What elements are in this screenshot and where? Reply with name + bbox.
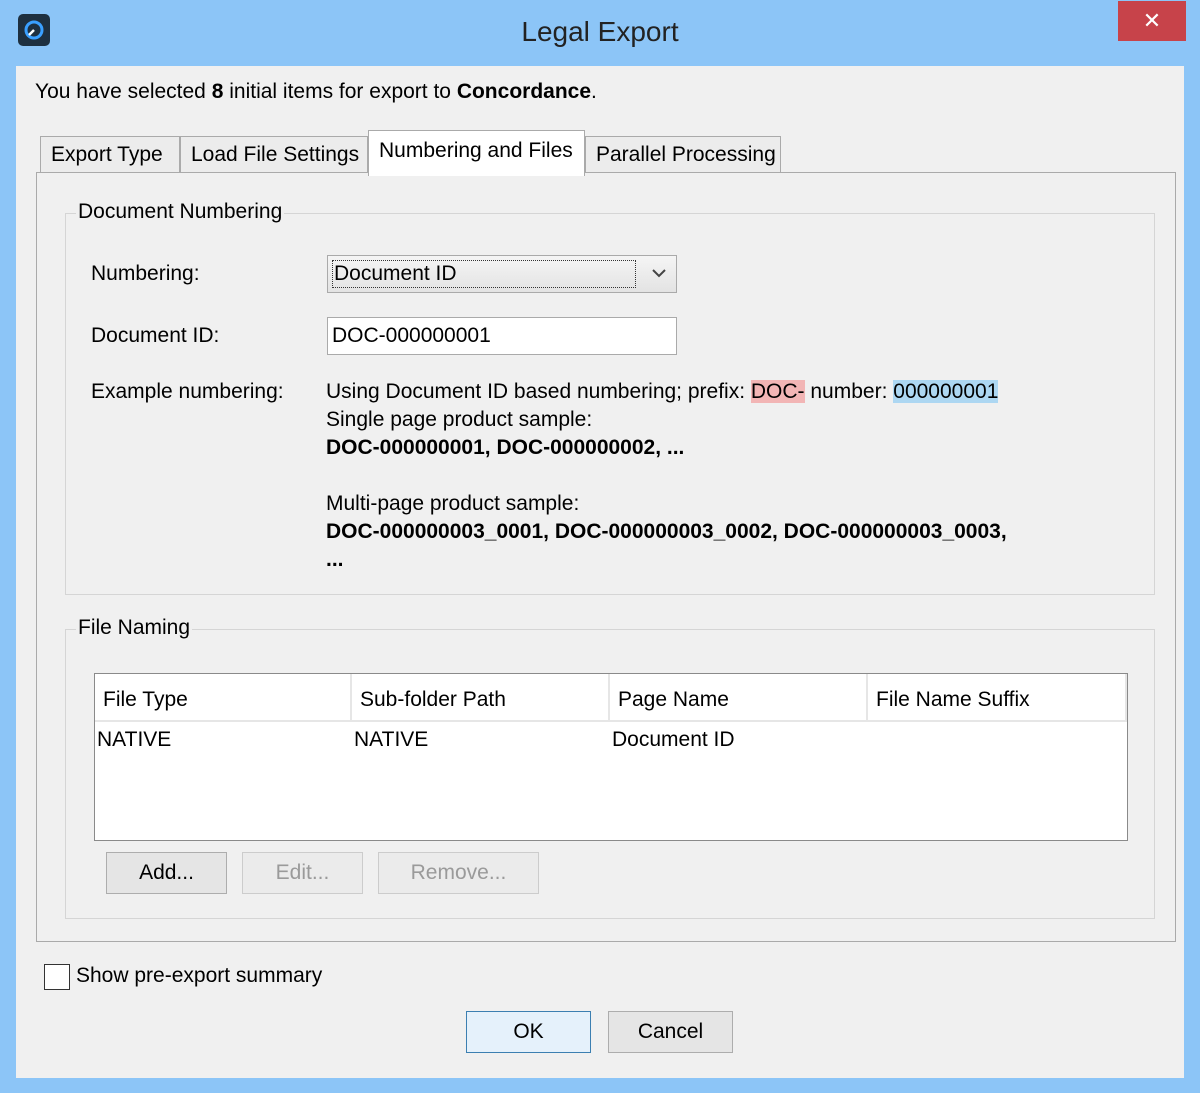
multi-page-sample-line1: DOC-000000003_0001, DOC-000000003_0002, … xyxy=(326,520,1007,543)
tab-numbering-and-files[interactable]: Numbering and Files xyxy=(368,130,585,176)
show-summary-label[interactable]: Show pre-export summary xyxy=(76,964,322,988)
multi-page-sample-line2: ... xyxy=(326,548,344,571)
example-number-value: 000000001 xyxy=(893,380,999,403)
tab-label: Numbering and Files xyxy=(379,139,573,162)
file-naming-group: File Naming File Type Sub-folder Path Pa… xyxy=(65,616,1155,919)
remove-button[interactable]: Remove... xyxy=(378,852,539,894)
edit-button[interactable]: Edit... xyxy=(242,852,363,894)
document-numbering-group: Document Numbering Numbering: Document I… xyxy=(65,200,1155,595)
numbering-select[interactable]: Document ID xyxy=(327,255,677,293)
add-button[interactable]: Add... xyxy=(106,852,227,894)
close-icon: ✕ xyxy=(1142,8,1162,33)
column-header-subfolder-path[interactable]: Sub-folder Path xyxy=(352,674,610,722)
dialog-body: You have selected 8 initial items for ex… xyxy=(16,66,1184,1078)
legal-export-window: Legal Export ✕ You have selected 8 initi… xyxy=(0,0,1200,1093)
tab-label: Parallel Processing xyxy=(596,143,776,166)
table-cell-subfolder-path: NATIVE xyxy=(354,728,429,751)
example-numbering-description: Using Document ID based numbering; prefi… xyxy=(326,380,999,404)
single-page-label: Single page product sample: xyxy=(326,408,593,431)
show-summary-checkbox[interactable] xyxy=(44,964,70,990)
single-page-sample: DOC-000000001, DOC-000000002, ... xyxy=(326,436,685,459)
example-numbering-label: Example numbering: xyxy=(91,380,284,403)
selection-summary: You have selected 8 initial items for ex… xyxy=(35,80,597,104)
cancel-button[interactable]: Cancel xyxy=(608,1011,733,1053)
tab-export-type[interactable]: Export Type xyxy=(40,136,180,174)
column-header-file-name-suffix[interactable]: File Name Suffix xyxy=(868,674,1127,722)
column-header-page-name[interactable]: Page Name xyxy=(610,674,868,722)
summary-count: 8 xyxy=(211,80,224,103)
file-naming-table[interactable]: File Type Sub-folder Path Page Name File… xyxy=(94,673,1128,841)
numbering-label: Numbering: xyxy=(91,262,200,285)
example-number-label: number: xyxy=(804,380,894,403)
summary-suffix: . xyxy=(591,80,597,103)
document-id-input[interactable]: DOC-000000001 xyxy=(327,317,677,355)
tab-load-file-settings[interactable]: Load File Settings xyxy=(180,136,368,174)
window-title: Legal Export xyxy=(521,16,679,47)
ok-button[interactable]: OK xyxy=(466,1011,591,1053)
numbering-select-value: Document ID xyxy=(332,260,636,288)
document-numbering-legend: Document Numbering xyxy=(76,200,285,224)
example-line1-prefix: Using Document ID based numbering; prefi… xyxy=(326,380,751,403)
chevron-down-icon xyxy=(652,269,666,278)
numbering-and-files-panel: Document Numbering Numbering: Document I… xyxy=(36,172,1176,942)
multi-page-label: Multi-page product sample: xyxy=(326,492,580,515)
tab-label: Load File Settings xyxy=(191,143,360,166)
close-button[interactable]: ✕ xyxy=(1118,1,1186,41)
tab-parallel-processing[interactable]: Parallel Processing xyxy=(585,136,781,174)
table-cell-page-name: Document ID xyxy=(612,728,735,751)
tab-label: Export Type xyxy=(51,143,163,166)
table-cell-file-type: NATIVE xyxy=(97,728,172,751)
title-bar[interactable]: Legal Export ✕ xyxy=(0,0,1200,66)
summary-prefix: You have selected xyxy=(35,80,212,103)
summary-middle: initial items for export to xyxy=(223,80,457,103)
document-id-label: Document ID: xyxy=(91,324,220,347)
example-prefix-value: DOC- xyxy=(750,380,805,403)
summary-target: Concordance xyxy=(456,80,592,103)
file-naming-legend: File Naming xyxy=(76,616,193,640)
column-header-file-type[interactable]: File Type xyxy=(95,674,352,722)
